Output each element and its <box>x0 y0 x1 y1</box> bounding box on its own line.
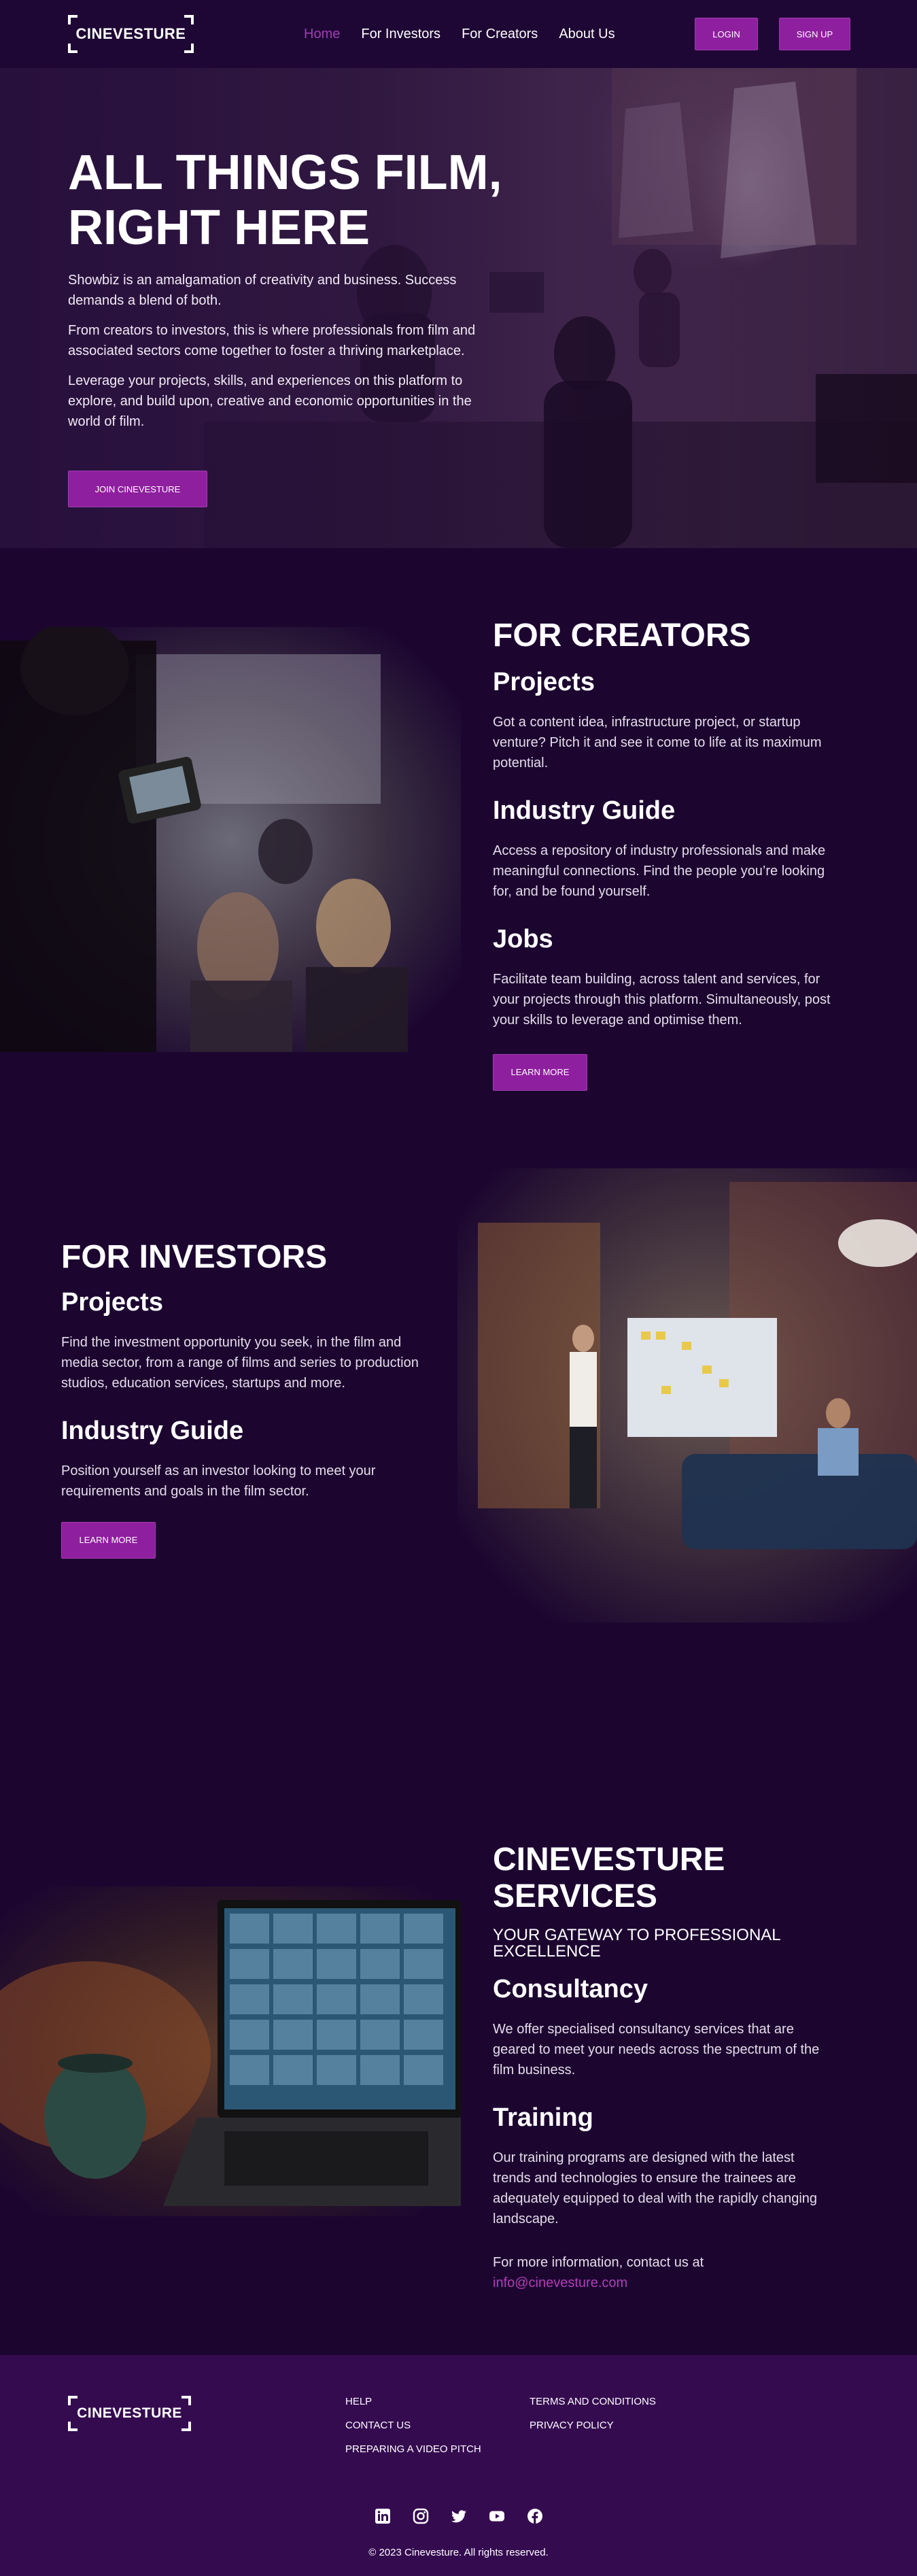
video-call-laptop-photo <box>0 1886 461 2216</box>
hero-title-line2: RIGHT HERE <box>68 200 370 255</box>
contact-text: For more information, contact us at info… <box>493 2252 833 2293</box>
section-title: FOR CREATORS <box>493 617 751 654</box>
feature-heading: Jobs <box>493 924 553 953</box>
contact-email-link[interactable]: info@cinevesture.com <box>493 2275 627 2290</box>
hero-content: ALL THINGS FILM, RIGHT HERE Showbiz is a… <box>68 146 503 432</box>
for-investors-section: FOR INVESTORS Projects Find the investme… <box>0 1168 917 1768</box>
logo-frame-corner <box>68 2422 77 2431</box>
for-investors-content: FOR INVESTORS Projects Find the investme… <box>61 1239 442 1559</box>
investors-learn-more-button[interactable]: LEARN MORE <box>61 1521 156 1559</box>
feature-text: Got a content idea, infrastructure proje… <box>493 714 822 770</box>
for-creators-content: FOR CREATORS Projects Got a content idea… <box>493 617 833 1091</box>
footer-link-video-pitch[interactable]: PREPARING A VIDEO PITCH <box>345 2443 481 2455</box>
footer-link-help[interactable]: HELP <box>345 2396 481 2407</box>
logo-frame-corner <box>184 44 194 53</box>
services-section: CINEVESTURE SERVICES YOUR GATEWAY TO PRO… <box>0 1768 917 2355</box>
linkedin-icon[interactable] <box>375 2508 391 2524</box>
nav-link-about-us[interactable]: About Us <box>559 27 615 42</box>
feature-heading: Projects <box>61 1287 163 1317</box>
feature-heading: Training <box>493 2103 593 2132</box>
youtube-icon[interactable] <box>489 2508 505 2524</box>
instagram-icon[interactable] <box>413 2508 429 2524</box>
section-title-line2: SERVICES <box>493 1878 657 1914</box>
hero-title-line1: ALL THINGS FILM, <box>68 146 502 200</box>
hero-title: ALL THINGS FILM, RIGHT HERE <box>68 146 503 255</box>
feature-text: Our training programs are designed with … <box>493 2150 818 2226</box>
main-menu: Home For Investors For Creators About Us <box>304 0 615 68</box>
site-footer: CINEVESTURE HELP CONTACT US PREPARING A … <box>0 2355 917 2576</box>
logo-frame-corner <box>181 2396 191 2405</box>
team-meeting-photo <box>457 1168 917 1623</box>
services-tagline: YOUR GATEWAY TO PROFESSIONAL EXCELLENCE <box>493 1925 780 1961</box>
feature-text: Facilitate team building, across talent … <box>493 971 831 1028</box>
hero-paragraph: Leverage your projects, skills, and expe… <box>68 373 472 430</box>
hero-section: ALL THINGS FILM, RIGHT HERE Showbiz is a… <box>0 68 917 548</box>
nav-link-for-creators[interactable]: For Creators <box>462 27 538 42</box>
feature-heading: Projects <box>493 667 595 696</box>
social-links <box>375 2508 543 2524</box>
footer-logo[interactable]: CINEVESTURE <box>68 2396 191 2431</box>
section-title-line1: CINEVESTURE <box>493 1842 725 1878</box>
top-navigation: CINEVESTURE Home For Investors For Creat… <box>0 0 917 68</box>
feature-heading: Industry Guide <box>61 1416 244 1445</box>
for-creators-section: FOR CREATORS Projects Got a content idea… <box>0 548 917 1168</box>
copyright-text: © 2023 Cinevesture. All rights reserved. <box>368 2547 549 2558</box>
join-cinevesture-button[interactable]: JOIN CINEVESTURE <box>68 471 207 507</box>
section-title: FOR INVESTORS <box>61 1239 328 1275</box>
facebook-icon[interactable] <box>527 2508 543 2524</box>
logo-frame-corner <box>68 2396 77 2405</box>
services-content: CINEVESTURE SERVICES YOUR GATEWAY TO PRO… <box>493 1842 833 2293</box>
section-title: CINEVESTURE SERVICES <box>493 1842 833 1915</box>
logo-frame-corner <box>181 2422 191 2431</box>
nav-link-for-investors[interactable]: For Investors <box>361 27 440 42</box>
footer-link-contact-us[interactable]: CONTACT US <box>345 2420 481 2431</box>
feature-text: Access a repository of industry professi… <box>493 843 826 899</box>
feature-heading: Consultancy <box>493 1974 648 2003</box>
creators-learn-more-button[interactable]: LEARN MORE <box>493 1053 587 1091</box>
footer-link-privacy[interactable]: PRIVACY POLICY <box>530 2420 656 2431</box>
contact-label: For more information, contact us at <box>493 2254 704 2270</box>
feature-text: Position yourself as an investor looking… <box>61 1463 376 1499</box>
camera-operator-photo <box>0 627 461 1052</box>
auth-buttons: LOGIN SIGN UP <box>695 18 850 50</box>
footer-links-col2: TERMS AND CONDITIONS PRIVACY POLICY <box>530 2396 656 2431</box>
logo-frame-corner <box>68 15 77 24</box>
logo-frame-corner <box>184 15 194 24</box>
footer-links-col1: HELP CONTACT US PREPARING A VIDEO PITCH <box>345 2396 481 2455</box>
hero-paragraph: Showbiz is an amalgamation of creativity… <box>68 273 457 309</box>
logo-text: CINEVESTURE <box>75 25 186 42</box>
site-logo[interactable]: CINEVESTURE <box>68 15 194 53</box>
logo-text: CINEVESTURE <box>77 2405 182 2421</box>
nav-link-home[interactable]: Home <box>304 27 340 42</box>
feature-text: Find the investment opportunity you seek… <box>61 1334 419 1391</box>
feature-text: We offer specialised consultancy service… <box>493 2021 820 2078</box>
login-button[interactable]: LOGIN <box>695 18 758 50</box>
feature-heading: Industry Guide <box>493 796 676 825</box>
twitter-icon[interactable] <box>451 2508 467 2524</box>
footer-link-terms[interactable]: TERMS AND CONDITIONS <box>530 2396 656 2407</box>
logo-frame-corner <box>68 44 77 53</box>
hero-paragraph: From creators to investors, this is wher… <box>68 323 476 359</box>
signup-button[interactable]: SIGN UP <box>779 18 850 50</box>
